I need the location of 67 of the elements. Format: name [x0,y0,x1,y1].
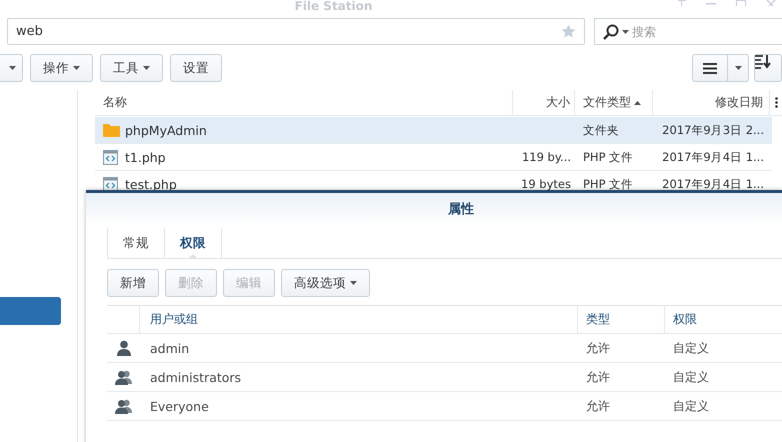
list-view-icon [703,62,717,74]
sort-button[interactable] [754,54,782,82]
star-icon[interactable] [561,24,576,39]
column-header[interactable]: 用户或组 [140,306,578,333]
file-row[interactable]: phpMyAdmin 文件夹 2017年9月3日 2... [95,117,772,144]
user-group-icon [114,370,132,384]
search-icon [603,24,619,40]
file-name: t1.php [125,150,166,164]
user-name: admin [149,340,190,356]
permission-value: 自定义 [672,368,710,386]
code-file-icon [103,176,118,192]
caret-icon [734,66,742,70]
toolbar-button[interactable]: 操作 [30,54,93,82]
file-type: 文件夹 [583,122,619,138]
dialog-tab[interactable]: 常规 [107,228,165,258]
sort-icon [755,55,771,69]
caret-icon [143,66,150,70]
caret-icon [9,66,16,70]
user-name: Everyone [149,398,210,414]
path-field[interactable]: web [7,18,585,45]
toolbar-button[interactable]: 工具 [100,54,163,82]
path-value: web [16,24,43,39]
file-name: phpMyAdmin [125,122,207,138]
permission-type: 允许 [585,368,611,386]
file-size: 119 by... [522,150,571,164]
maximize-icon[interactable] [736,0,746,6]
toolbar-button[interactable]: 设置 [170,54,222,82]
file-type: PHP 文件 [583,176,634,192]
user-icon [116,340,132,356]
folder-icon [103,123,120,137]
dialog-button[interactable]: 新增 [107,269,159,297]
file-name: test.php [125,176,177,192]
column-header[interactable]: 名称 [95,90,513,115]
dialog-title: 属性 [448,201,474,218]
column-header[interactable]: 权限 [665,306,782,333]
selected-sidebar-item[interactable] [0,297,61,325]
caret-icon [350,281,357,285]
more-icon[interactable] [774,97,778,108]
column-header[interactable]: 修改日期 [653,90,770,115]
permission-type: 允许 [585,398,611,414]
view-mode-button[interactable] [692,54,749,82]
sort-ascending-icon [634,100,641,104]
modified-date: 2017年9月4日 1... [662,150,764,164]
dialog-button[interactable]: 高级选项 [281,269,370,297]
caret-icon [622,30,629,34]
modified-date: 2017年9月3日 2... [662,122,764,138]
pin-icon[interactable] [678,0,686,6]
permission-type: 允许 [585,340,611,356]
minimize-icon[interactable] [706,0,716,6]
column-header[interactable]: 文件类型 [575,90,653,115]
column-header[interactable]: 类型 [578,306,665,333]
permission-value: 自定义 [672,340,710,356]
permission-value: 自定义 [672,398,710,414]
file-row[interactable]: t1.php 119 by... PHP 文件 2017年9月4日 1... [95,144,772,171]
close-icon[interactable] [766,0,776,6]
column-header[interactable]: 大小 [513,90,575,115]
code-file-icon [103,150,118,164]
search-field[interactable]: 搜索 [594,18,782,45]
user-group-icon [114,398,132,414]
file-size: 19 bytes [521,177,571,191]
caret-icon [73,66,80,70]
window-title: File Station [294,0,372,12]
modified-date: 2017年9月4日 1... [662,176,764,192]
user-name: administrators [149,370,242,384]
file-type: PHP 文件 [583,150,634,164]
dialog-tab[interactable]: 权限 [165,228,222,258]
dropdown-button[interactable] [0,54,23,82]
